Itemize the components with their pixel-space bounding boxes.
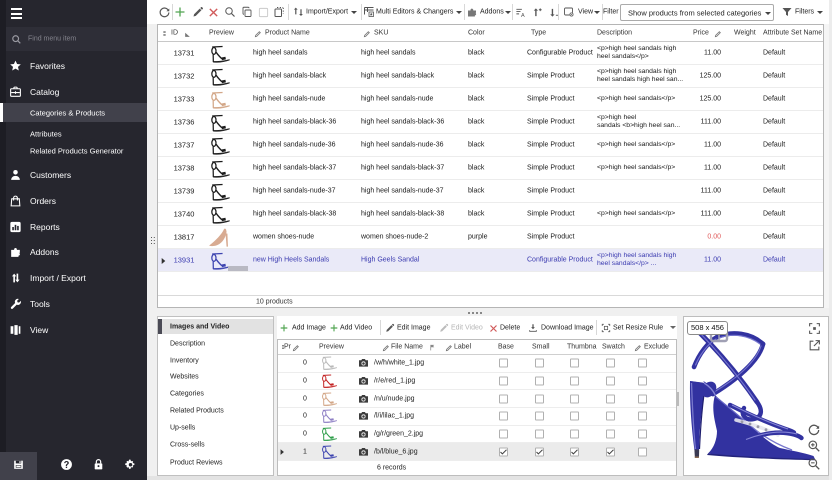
svg-text:A: A xyxy=(521,13,525,18)
